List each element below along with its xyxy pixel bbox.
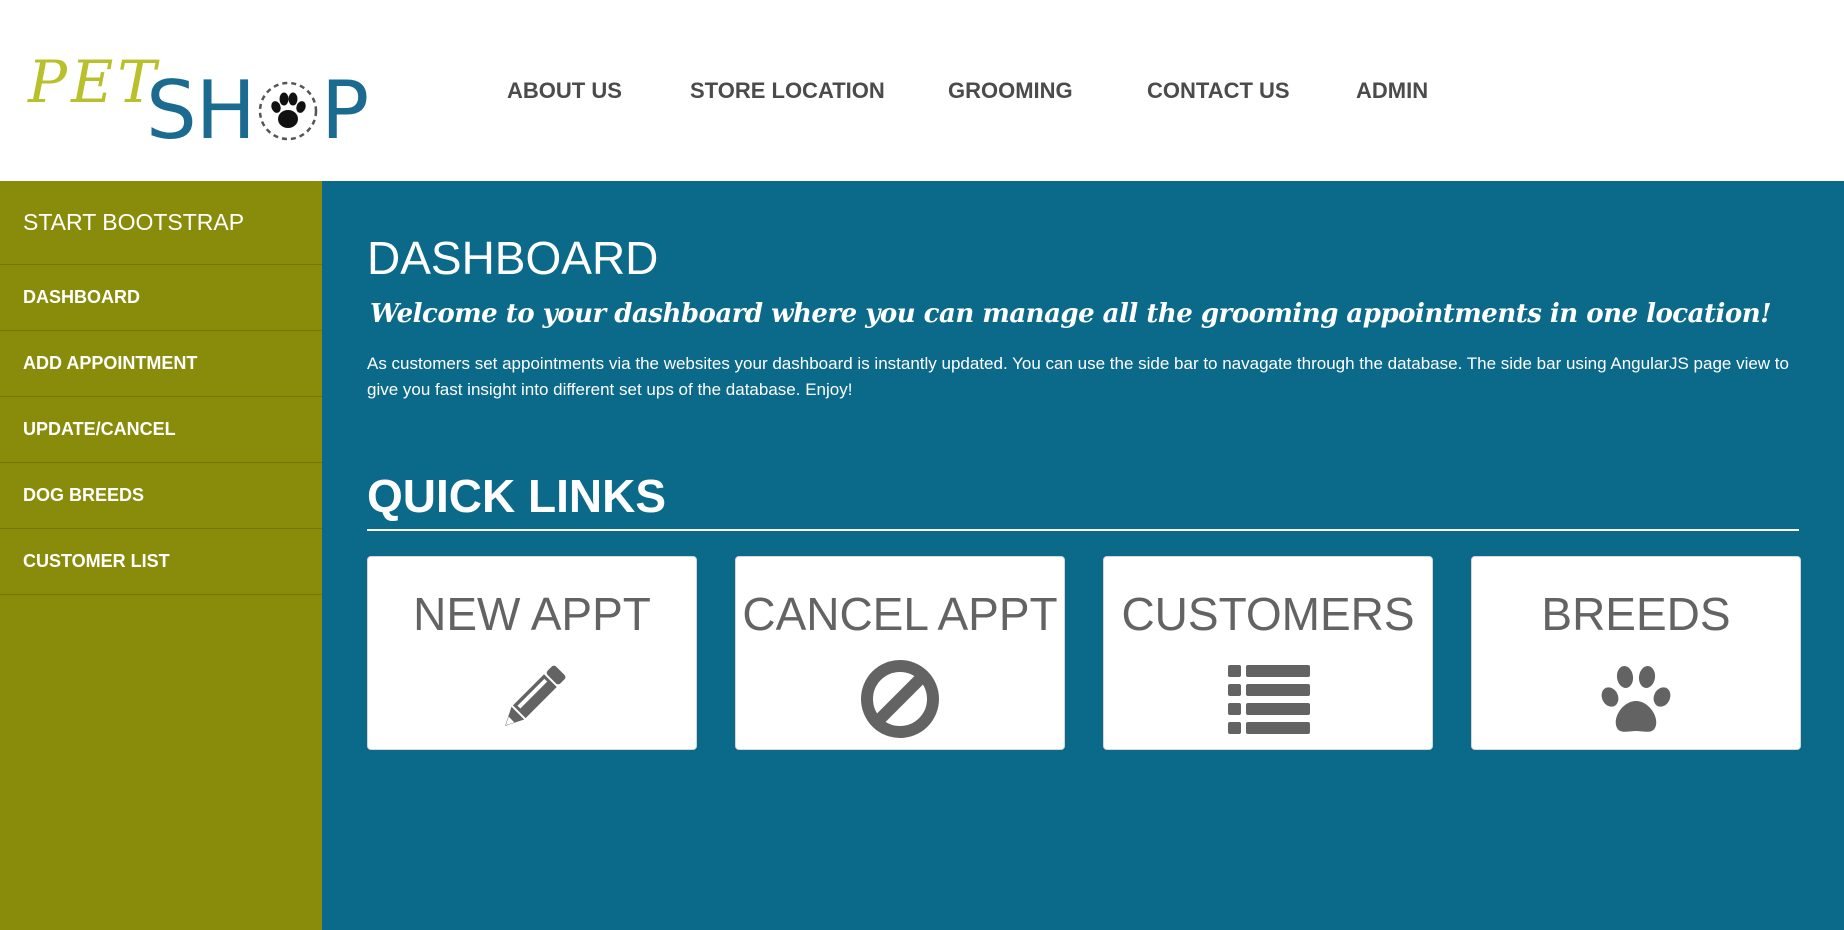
nav-about-us[interactable]: ABOUT US <box>507 78 622 104</box>
pencil-icon <box>505 665 566 726</box>
list-icon <box>1228 665 1310 734</box>
dashboard-description: As customers set appointments via the we… <box>367 354 1789 399</box>
sidebar-item-label: CUSTOMER LIST <box>23 551 170 571</box>
section-divider <box>367 529 1799 531</box>
logo-pet-text: PET <box>28 48 161 116</box>
logo-letter-s: S <box>146 64 197 157</box>
page-title: DASHBOARD <box>367 232 659 284</box>
logo-letter-h: H <box>195 64 256 157</box>
logo-shop-text: SH P <box>146 64 369 157</box>
sidebar-item-label: UPDATE/CANCEL <box>23 419 176 439</box>
sidebar-item-dog-breeds[interactable]: DOG BREEDS <box>0 463 322 529</box>
paw-icon <box>1601 666 1671 732</box>
card-label: NEW APPT <box>413 588 651 640</box>
sidebar-item-update-cancel[interactable]: UPDATE/CANCEL <box>0 397 322 463</box>
quick-link-new-appt[interactable]: NEW APPT <box>367 556 697 750</box>
sidebar-item-customer-list[interactable]: CUSTOMER LIST <box>0 529 322 595</box>
welcome-message: Welcome to your dashboard where you can … <box>370 299 1772 329</box>
sidebar-item-dashboard[interactable]: DASHBOARD <box>0 265 322 331</box>
sidebar-item-label: DOG BREEDS <box>23 485 145 505</box>
nav-store-location[interactable]: STORE LOCATION <box>690 78 885 104</box>
card-label: CANCEL APPT <box>742 588 1058 640</box>
quick-links-title: QUICK LINKS <box>367 470 666 522</box>
logo-letter-p: P <box>320 64 369 157</box>
sidebar-item-label: DASHBOARD <box>23 287 140 307</box>
card-label: CUSTOMERS <box>1121 588 1415 640</box>
nav-grooming[interactable]: GROOMING <box>948 78 1073 104</box>
sidebar-nav: DASHBOARD ADD APPOINTMENT UPDATE/CANCEL … <box>0 265 322 595</box>
sidebar: START BOOTSTRAP DASHBOARD ADD APPOINTMEN… <box>0 181 322 930</box>
sidebar-item-label: ADD APPOINTMENT <box>23 353 198 373</box>
pet-shop-logo[interactable]: PET SH P <box>28 48 369 158</box>
sidebar-brand[interactable]: START BOOTSTRAP <box>0 181 322 265</box>
main-content: DASHBOARD Welcome to your dashboard wher… <box>322 181 1844 930</box>
card-label: BREEDS <box>1541 588 1731 640</box>
logo-paw-icon <box>258 81 318 141</box>
sidebar-item-add-appointment[interactable]: ADD APPOINTMENT <box>0 331 322 397</box>
quick-link-cancel-appt[interactable]: CANCEL APPT <box>735 556 1065 750</box>
nav-contact-us[interactable]: CONTACT US <box>1147 78 1290 104</box>
nav-admin[interactable]: ADMIN <box>1356 78 1428 104</box>
quick-link-customers[interactable]: CUSTOMERS <box>1103 556 1433 750</box>
ban-icon <box>861 660 939 738</box>
site-header: PET SH P ABOUT US STORE LOCATION GROOMIN… <box>0 0 1844 181</box>
sidebar-brand-label: START BOOTSTRAP <box>23 209 245 235</box>
quick-link-breeds[interactable]: BREEDS <box>1471 556 1801 750</box>
